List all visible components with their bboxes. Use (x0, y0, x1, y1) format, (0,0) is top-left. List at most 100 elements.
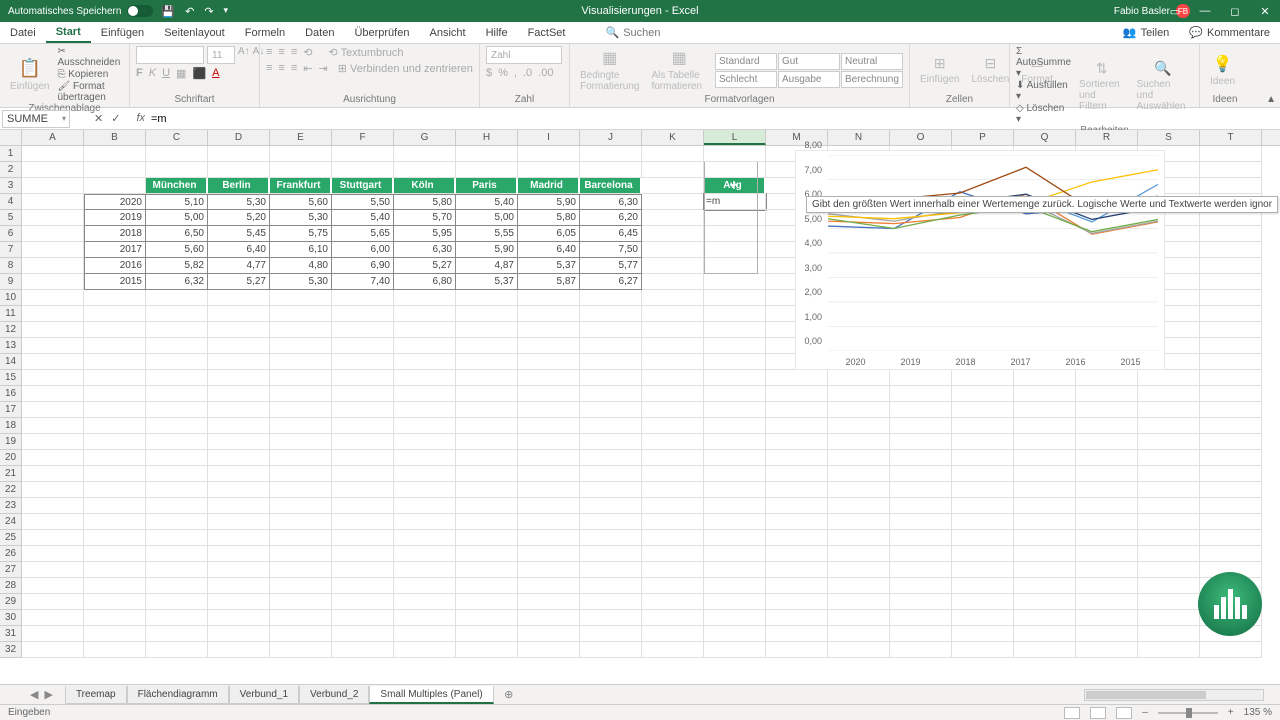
cell[interactable] (270, 514, 332, 530)
cell[interactable] (22, 562, 84, 578)
cell[interactable] (580, 386, 642, 402)
cell[interactable] (1076, 402, 1138, 418)
cell[interactable] (518, 162, 580, 178)
style-schlecht[interactable]: Schlecht (715, 71, 777, 88)
cell[interactable] (394, 386, 456, 402)
cell[interactable] (332, 146, 394, 162)
row-header[interactable]: 13 (0, 338, 22, 354)
cell[interactable] (456, 450, 518, 466)
cell[interactable] (22, 370, 84, 386)
cell[interactable] (456, 530, 518, 546)
cell[interactable] (642, 194, 704, 210)
cell[interactable] (146, 546, 208, 562)
cell[interactable] (394, 162, 456, 178)
cell[interactable] (1200, 434, 1262, 450)
cell[interactable] (456, 322, 518, 338)
cell[interactable] (332, 162, 394, 178)
cell[interactable] (456, 290, 518, 306)
cell[interactable] (518, 386, 580, 402)
cell[interactable] (84, 450, 146, 466)
cell[interactable] (394, 626, 456, 642)
cell[interactable] (84, 642, 146, 658)
column-header[interactable]: E (270, 130, 332, 145)
cell[interactable] (1076, 370, 1138, 386)
cell[interactable] (828, 482, 890, 498)
cell[interactable] (456, 594, 518, 610)
zoom-in-icon[interactable]: + (1228, 707, 1234, 718)
cell[interactable] (394, 450, 456, 466)
cell[interactable] (1138, 434, 1200, 450)
cell[interactable] (22, 434, 84, 450)
cell[interactable] (208, 578, 270, 594)
cell[interactable] (518, 626, 580, 642)
cell[interactable] (22, 338, 84, 354)
cell[interactable] (1138, 642, 1200, 658)
cell[interactable] (456, 354, 518, 370)
cell[interactable] (704, 386, 766, 402)
cell[interactable] (456, 578, 518, 594)
cell[interactable] (84, 322, 146, 338)
cell[interactable] (580, 338, 642, 354)
cell[interactable] (580, 146, 642, 162)
cell[interactable] (766, 418, 828, 434)
cell[interactable] (146, 418, 208, 434)
cell[interactable]: 5,77 (580, 258, 642, 274)
add-sheet-button[interactable]: ⊕ (500, 688, 518, 701)
cell[interactable] (704, 322, 766, 338)
column-header[interactable]: T (1200, 130, 1262, 145)
cell[interactable] (1076, 530, 1138, 546)
cell[interactable] (84, 514, 146, 530)
cell[interactable] (1076, 578, 1138, 594)
row-header[interactable]: 20 (0, 450, 22, 466)
cell[interactable] (1076, 450, 1138, 466)
cell[interactable] (704, 466, 766, 482)
cell[interactable] (332, 546, 394, 562)
cell[interactable]: 5,75 (270, 226, 332, 242)
cell[interactable] (22, 306, 84, 322)
cell[interactable] (146, 450, 208, 466)
cell[interactable] (1076, 386, 1138, 402)
cell[interactable] (952, 498, 1014, 514)
cell[interactable] (1076, 482, 1138, 498)
qat-more-icon[interactable]: ▾ (224, 5, 229, 18)
cell[interactable] (704, 226, 766, 242)
cell[interactable] (518, 498, 580, 514)
row-header[interactable]: 19 (0, 434, 22, 450)
cell[interactable] (890, 386, 952, 402)
cell[interactable] (146, 354, 208, 370)
paste-button[interactable]: 📋Einfügen (6, 56, 53, 94)
cell[interactable]: 5,40 (456, 194, 518, 210)
row-header[interactable]: 18 (0, 418, 22, 434)
cell[interactable] (1200, 226, 1262, 242)
cell[interactable]: 5,27 (394, 258, 456, 274)
cell[interactable] (1200, 514, 1262, 530)
cell[interactable] (1200, 258, 1262, 274)
font-size-select[interactable]: 11 (207, 46, 235, 64)
zoom-value[interactable]: 135 % (1244, 707, 1272, 718)
cell[interactable] (394, 418, 456, 434)
view-break-icon[interactable] (1116, 707, 1132, 719)
cell[interactable] (146, 562, 208, 578)
row-header[interactable]: 3 (0, 178, 22, 194)
cell[interactable] (828, 402, 890, 418)
cell[interactable] (518, 482, 580, 498)
cell[interactable] (1138, 370, 1200, 386)
cell[interactable] (642, 274, 704, 290)
cell[interactable] (208, 338, 270, 354)
cell[interactable] (518, 466, 580, 482)
format-as-table-button[interactable]: ▦Als Tabelle formatieren (647, 46, 711, 94)
cell[interactable] (208, 386, 270, 402)
cell[interactable] (580, 466, 642, 482)
cell[interactable]: Berlin (208, 178, 270, 194)
cell[interactable] (642, 322, 704, 338)
cell[interactable] (22, 322, 84, 338)
menu-tab-factset[interactable]: FactSet (518, 22, 576, 43)
cell[interactable] (22, 642, 84, 658)
cell[interactable] (1200, 450, 1262, 466)
cell[interactable] (22, 178, 84, 194)
cell[interactable] (952, 514, 1014, 530)
column-header[interactable]: B (84, 130, 146, 145)
cell[interactable]: 5,45 (208, 226, 270, 242)
cell[interactable] (332, 498, 394, 514)
cell[interactable]: 5,90 (456, 242, 518, 258)
